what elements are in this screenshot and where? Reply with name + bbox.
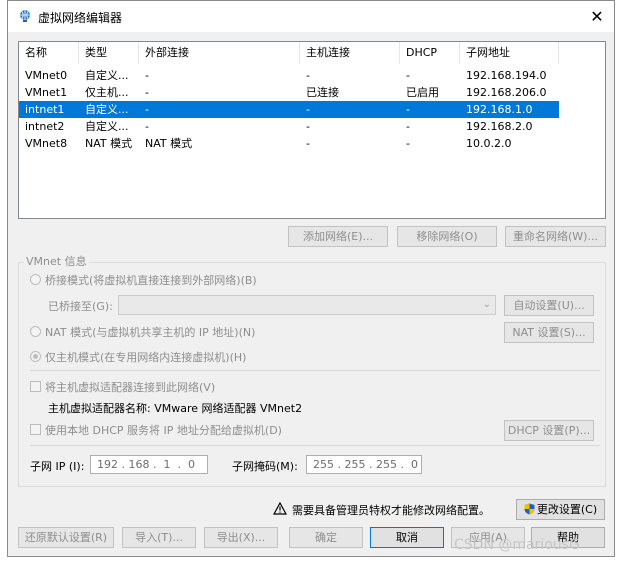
column-header-host[interactable]: 主机连接	[300, 42, 400, 64]
network-globe-icon	[18, 9, 32, 23]
cell-type: NAT 模式	[85, 137, 133, 150]
bridge-mode-radio[interactable]	[30, 274, 41, 285]
import-button[interactable]: 导入(T)...	[122, 527, 196, 548]
cell-external: -	[145, 86, 149, 99]
cell-subnet: 192.168.1.0	[466, 103, 533, 116]
bridge-mode-label: 桥接模式(将虚拟机直接连接到外部网络)(B)	[45, 274, 257, 287]
cell-subnet: 192.168.2.0	[466, 120, 533, 133]
cancel-button[interactable]: 取消	[370, 527, 444, 548]
cell-host: -	[306, 120, 310, 133]
cell-external: -	[145, 69, 149, 82]
use-dhcp-checkbox[interactable]	[30, 424, 41, 435]
column-header-external[interactable]: 外部连接	[139, 42, 300, 64]
window-title: 虚拟网络编辑器	[38, 11, 123, 25]
cell-name: VMnet1	[25, 86, 68, 99]
cell-name: VMnet8	[25, 137, 68, 150]
dhcp-settings-button[interactable]: DHCP 设置(P)...	[504, 420, 594, 441]
chevron-down-icon: ⌄	[482, 299, 491, 310]
add-network-button[interactable]: 添加网络(E)...	[288, 226, 388, 247]
column-header-name[interactable]: 名称	[19, 42, 79, 64]
ok-button[interactable]: 确定	[289, 527, 363, 548]
watermark-text: CSDN @mariousG	[454, 537, 580, 553]
subnet-mask-label: 子网掩码(M):	[232, 460, 298, 473]
auto-settings-button[interactable]: 自动设置(U)...	[504, 295, 594, 316]
cell-type: 自定义...	[85, 103, 129, 116]
nat-mode-label: NAT 模式(与虚拟机共享主机的 IP 地址)(N)	[45, 326, 256, 339]
subnet-ip-input[interactable]: 192 . 168 . 1 . 0	[90, 455, 208, 474]
change-settings-button[interactable]: 更改设置(C)	[516, 499, 605, 520]
cell-subnet: 192.168.206.0	[466, 86, 547, 99]
table-row[interactable]: VMnet0 自定义... - - - 192.168.194.0	[19, 67, 559, 84]
warning-icon	[272, 501, 288, 518]
cell-subnet: 10.0.2.0	[466, 137, 512, 150]
admin-warning-text: 需要具备管理员特权才能修改网络配置。	[292, 504, 490, 517]
cell-name: VMnet0	[25, 69, 68, 82]
cell-type: 仅主机...	[85, 86, 129, 99]
cell-host: -	[306, 103, 310, 116]
nat-settings-button[interactable]: NAT 设置(S)...	[504, 322, 594, 343]
title-bar: 虚拟网络编辑器 ✕	[8, 1, 614, 32]
cell-external: NAT 模式	[145, 137, 193, 150]
cell-host: 已连接	[306, 86, 339, 99]
column-header-dhcp[interactable]: DHCP	[400, 42, 460, 64]
table-row[interactable]: intnet2 自定义... - - - 192.168.2.0	[19, 118, 559, 135]
column-header-subnet[interactable]: 子网地址	[460, 42, 559, 64]
cell-dhcp: -	[406, 103, 410, 116]
bridged-to-dropdown[interactable]: ⌄	[118, 295, 496, 315]
cell-host: -	[306, 69, 310, 82]
export-button[interactable]: 导出(X)...	[204, 527, 278, 548]
divider	[30, 445, 600, 446]
cell-dhcp: -	[406, 137, 410, 150]
cell-dhcp: -	[406, 120, 410, 133]
cell-external: -	[145, 103, 149, 116]
connect-adapter-checkbox[interactable]	[30, 381, 41, 392]
cell-host: -	[306, 137, 310, 150]
adapter-name-text: 主机虚拟适配器名称: VMware 网络适配器 VMnet2	[48, 402, 303, 415]
cell-subnet: 192.168.194.0	[466, 69, 547, 82]
bridged-to-label: 已桥接至(G):	[48, 300, 113, 313]
restore-defaults-button[interactable]: 还原默认设置(R)	[18, 527, 114, 548]
table-row-selected[interactable]: intnet1 自定义... - - - 192.168.1.0	[19, 101, 559, 118]
shield-icon	[524, 502, 535, 519]
subnet-ip-label: 子网 IP (I):	[30, 460, 85, 473]
subnet-mask-input[interactable]: 255 . 255 . 255 . 0	[306, 455, 422, 474]
cell-type: 自定义...	[85, 69, 129, 82]
cell-external: -	[145, 120, 149, 133]
virtual-network-editor-window: 虚拟网络编辑器 ✕ 名称 类型 外部连接 主机连接 DHCP 子网地址 VMne…	[7, 0, 615, 557]
cell-name: intnet1	[25, 103, 65, 116]
cell-dhcp: -	[406, 69, 410, 82]
table-row[interactable]: VMnet1 仅主机... - 已连接 已启用 192.168.206.0	[19, 84, 559, 101]
nat-mode-radio[interactable]	[30, 326, 41, 337]
column-header-type[interactable]: 类型	[79, 42, 139, 64]
change-settings-label: 更改设置(C)	[536, 503, 598, 516]
network-list[interactable]: 名称 类型 外部连接 主机连接 DHCP 子网地址 VMnet0 自定义... …	[18, 41, 606, 219]
connect-adapter-label: 将主机虚拟适配器连接到此网络(V)	[45, 381, 216, 394]
close-icon: ✕	[590, 7, 604, 26]
rename-network-button[interactable]: 重命名网络(W)...	[505, 226, 606, 247]
divider	[30, 370, 600, 371]
host-only-mode-label: 仅主机模式(在专用网络内连接虚拟机)(H)	[45, 351, 247, 364]
cell-name: intnet2	[25, 120, 65, 133]
cell-dhcp: 已启用	[406, 86, 439, 99]
remove-network-button[interactable]: 移除网络(O)	[397, 226, 497, 247]
cell-type: 自定义...	[85, 120, 129, 133]
table-row[interactable]: VMnet8 NAT 模式 NAT 模式 - - 10.0.2.0	[19, 135, 559, 152]
list-header: 名称 类型 外部连接 主机连接 DHCP 子网地址	[19, 42, 605, 64]
use-dhcp-label: 使用本地 DHCP 服务将 IP 地址分配给虚拟机(D)	[45, 424, 282, 437]
vmnet-info-title: VMnet 信息	[24, 253, 89, 269]
host-only-mode-radio[interactable]	[30, 351, 41, 362]
close-button[interactable]: ✕	[580, 1, 614, 32]
